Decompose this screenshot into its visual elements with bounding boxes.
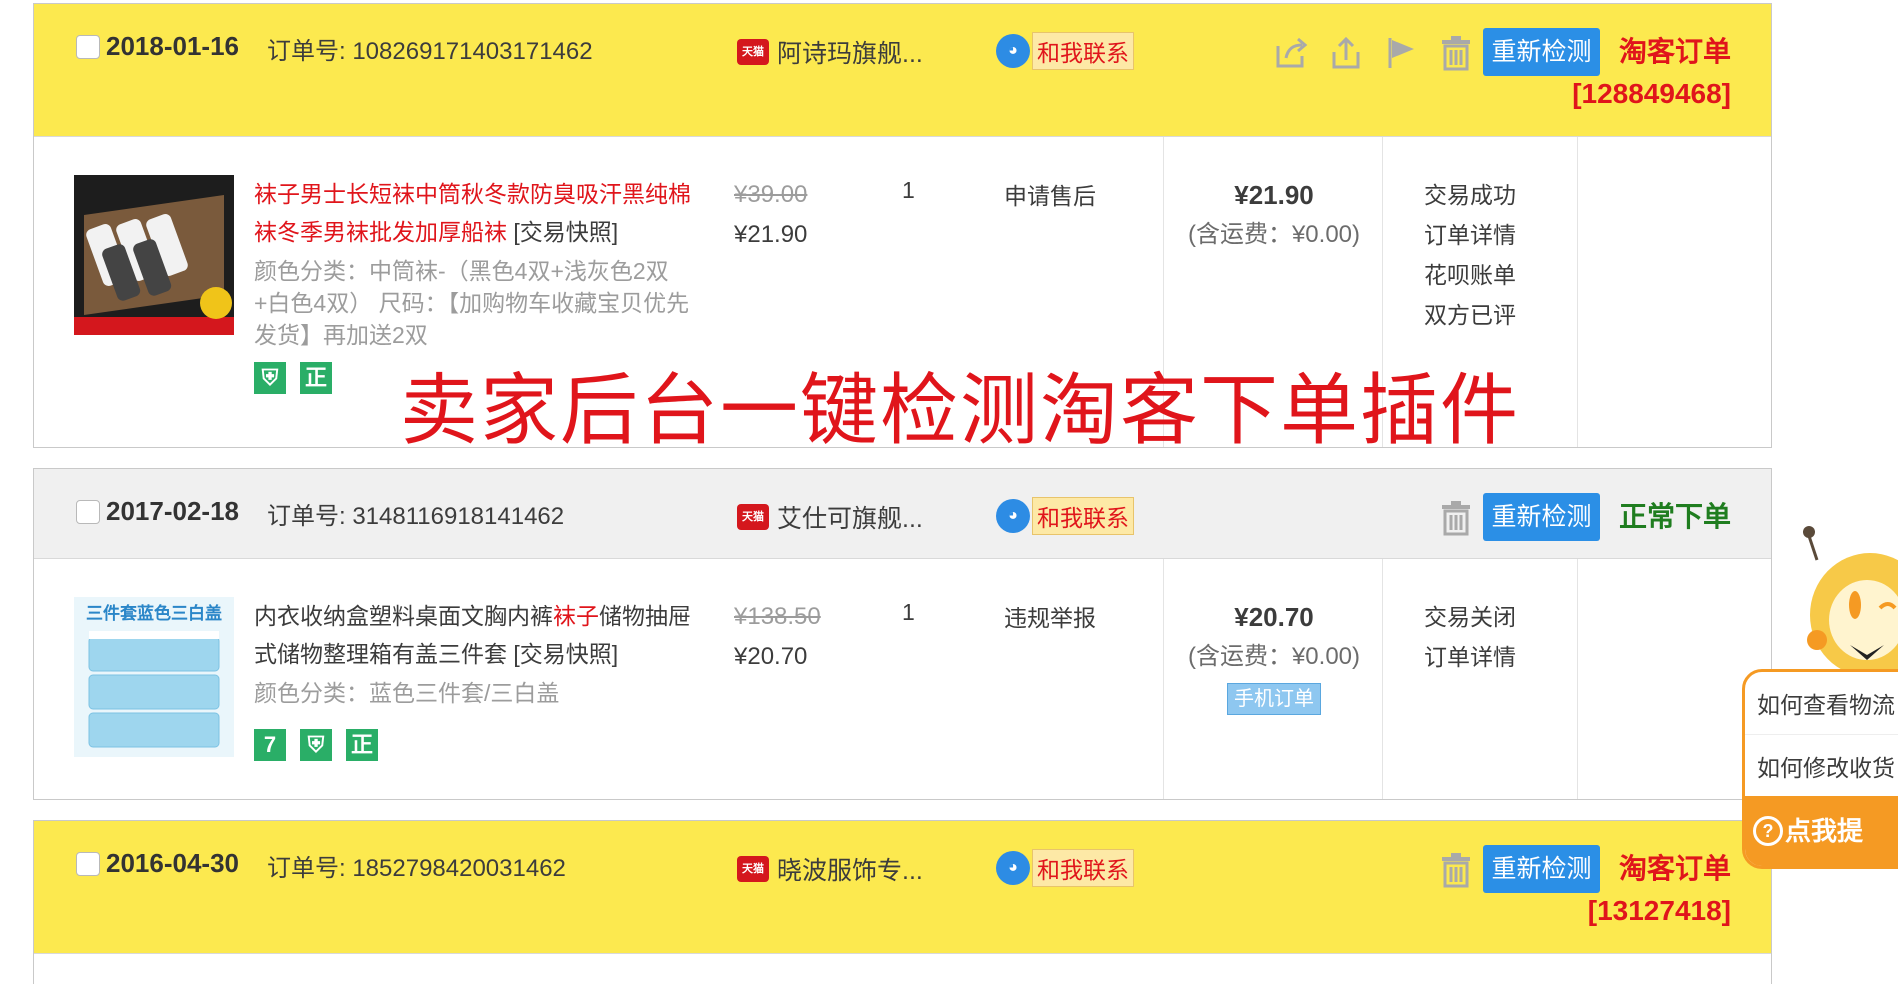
after-sale-link[interactable]: 申请售后	[1004, 177, 1096, 211]
order-checkbox[interactable]	[76, 500, 100, 524]
total-column: ¥20.70 (含运费：¥0.00) 手机订单	[1164, 597, 1384, 718]
service-badges: 7 ⛨ 正	[254, 729, 378, 761]
status-column: 交易成功 订单详情 花呗账单 双方已评	[1424, 175, 1516, 335]
help-cta-button[interactable]: ? 点我提	[1745, 796, 1898, 866]
help-question-address[interactable]: 如何修改收货	[1745, 734, 1898, 797]
taoke-pid: [128849468]	[1572, 78, 1731, 109]
seven-day-return-badge: 7	[254, 729, 286, 761]
authentic-badge: 正	[346, 729, 378, 761]
unit-price: ¥20.70	[734, 643, 808, 670]
total-amount: ¥20.70	[1234, 602, 1314, 632]
recheck-button[interactable]: 重新检测	[1483, 28, 1600, 76]
order-status: 交易关闭	[1424, 604, 1516, 630]
original-price: ¥138.50	[734, 603, 821, 630]
wangwang-icon: ◕	[996, 34, 1030, 68]
divider	[1577, 137, 1578, 447]
thumb-label: 三件套蓝色三白盖	[86, 603, 222, 624]
flag-icon[interactable]	[1382, 34, 1420, 72]
shop-name-label: 艾仕可旗舰...	[777, 505, 923, 533]
product-title[interactable]: 袜子男士长短袜中筒秋冬款防臭吸汗黑纯棉袜冬季男袜批发加厚船袜 [交易快照]	[254, 175, 704, 251]
contact-button[interactable]: ◕ 和我联系	[996, 32, 1134, 70]
wangwang-icon: ◕	[996, 851, 1030, 885]
total-amount: ¥21.90	[1234, 180, 1314, 210]
order-card: 2016-04-30 订单号: 1852798420031462 天猫 晓波服饰…	[33, 820, 1772, 984]
review-status-link[interactable]: 双方已评	[1424, 295, 1516, 335]
trash-icon[interactable]	[1437, 851, 1475, 889]
mobile-order-tag: 手机订单	[1227, 683, 1321, 715]
order-type-label: 正常下单	[1619, 501, 1732, 532]
trash-icon[interactable]	[1437, 34, 1475, 72]
authentic-badge: 正	[300, 362, 332, 394]
share-icon[interactable]	[1272, 34, 1310, 72]
tmall-icon: 天猫	[737, 39, 769, 65]
shipping-fee: (含运费：¥0.00)	[1187, 221, 1361, 248]
recheck-button[interactable]: 重新检测	[1483, 845, 1600, 893]
product-thumbnail[interactable]: 三件套蓝色三白盖	[74, 597, 234, 757]
tmall-icon: 天猫	[737, 504, 769, 530]
shop-name[interactable]: 天猫 艾仕可旗舰...	[737, 499, 923, 535]
product-title[interactable]: 内衣收纳盒塑料桌面文胸内裤袜子储物抽屉式储物整理箱有盖三件套 [交易快照]	[254, 597, 704, 673]
price-column: ¥138.50 ¥20.70	[734, 597, 821, 677]
snapshot-link[interactable]: [交易快照]	[513, 641, 618, 667]
quantity: 1	[902, 177, 915, 203]
shop-name[interactable]: 天猫 晓波服饰专...	[737, 851, 923, 887]
order-header: 2017-02-18 订单号: 3148116918141462 天猫 艾仕可旗…	[34, 469, 1771, 559]
order-card: 2017-02-18 订单号: 3148116918141462 天猫 艾仕可旗…	[33, 468, 1772, 800]
question-icon: ?	[1753, 816, 1783, 846]
product-spec: 颜色分类：中筒袜-（黑色4双+浅灰色2双+白色4双） 尺码：【加购物车收藏宝贝优…	[254, 258, 690, 348]
order-date: 2017-02-18	[106, 496, 239, 526]
total-column: ¥21.90 (含运费：¥0.00)	[1164, 175, 1384, 255]
quantity: 1	[902, 599, 915, 625]
order-date: 2018-01-16	[106, 31, 239, 61]
shipping-fee: (含运费：¥0.00)	[1187, 643, 1361, 670]
recheck-button[interactable]: 重新检测	[1483, 493, 1600, 541]
overlay-banner-title: 卖家后台一键检测淘客下单插件	[400, 366, 1521, 454]
upload-icon[interactable]	[1327, 34, 1365, 72]
shop-name-label: 阿诗玛旗舰...	[777, 40, 923, 68]
order-type-label: 淘客订单	[1619, 853, 1732, 884]
tmall-icon: 天猫	[737, 856, 769, 882]
trash-icon[interactable]	[1437, 499, 1475, 537]
help-panel: 如何查看物流 如何修改收货 ? 点我提	[1742, 669, 1898, 869]
price-column: ¥39.00 ¥21.90	[734, 175, 807, 255]
contact-button[interactable]: ◕ 和我联系	[996, 849, 1134, 887]
report-link[interactable]: 违规举报	[1004, 599, 1096, 633]
guarantee-icon: ⛨	[254, 362, 286, 394]
order-status: 交易成功	[1424, 182, 1516, 208]
order-body: 三件套蓝色三白盖 内衣收纳盒塑料桌面文胸内裤袜子储物抽屉式储物整理箱有盖三件套 …	[34, 559, 1771, 799]
order-header: 2016-04-30 订单号: 1852798420031462 天猫 晓波服饰…	[34, 821, 1771, 954]
order-header: 2018-01-16 订单号: 108269171403171462 天猫 阿诗…	[34, 4, 1771, 137]
guarantee-icon: ⛨	[300, 729, 332, 761]
help-question-logistics[interactable]: 如何查看物流	[1745, 672, 1898, 734]
order-type-label: 淘客订单	[1619, 36, 1732, 67]
service-badges: ⛨ 正	[254, 362, 332, 394]
order-detail-link[interactable]: 订单详情	[1424, 215, 1516, 255]
shop-name[interactable]: 天猫 阿诗玛旗舰...	[737, 34, 923, 70]
snapshot-link[interactable]: [交易快照]	[513, 219, 618, 245]
huabei-bill-link[interactable]: 花呗账单	[1424, 255, 1516, 295]
product-thumbnail[interactable]	[74, 175, 234, 335]
unit-price: ¥21.90	[734, 221, 808, 248]
order-number: 订单号: 1852798420031462	[267, 855, 566, 882]
order-checkbox[interactable]	[76, 35, 100, 59]
order-number: 订单号: 108269171403171462	[267, 38, 593, 65]
original-price: ¥39.00	[734, 181, 808, 208]
contact-label: 和我联系	[1032, 32, 1134, 70]
product-spec: 颜色分类：蓝色三件套/三白盖	[254, 680, 560, 706]
contact-label: 和我联系	[1032, 849, 1134, 887]
order-date: 2016-04-30	[106, 848, 239, 878]
order-checkbox[interactable]	[76, 852, 100, 876]
order-number: 订单号: 3148116918141462	[267, 503, 565, 530]
taoke-pid: [13127418]	[1587, 895, 1731, 926]
contact-label: 和我联系	[1032, 497, 1134, 535]
status-column: 交易关闭 订单详情	[1424, 597, 1516, 677]
contact-button[interactable]: ◕ 和我联系	[996, 497, 1134, 535]
shop-name-label: 晓波服饰专...	[777, 857, 923, 885]
mascot-icon[interactable]	[1795, 520, 1898, 680]
wangwang-icon: ◕	[996, 499, 1030, 533]
help-cta-label: 点我提	[1785, 816, 1864, 846]
divider	[1577, 559, 1578, 799]
order-detail-link[interactable]: 订单详情	[1424, 637, 1516, 677]
